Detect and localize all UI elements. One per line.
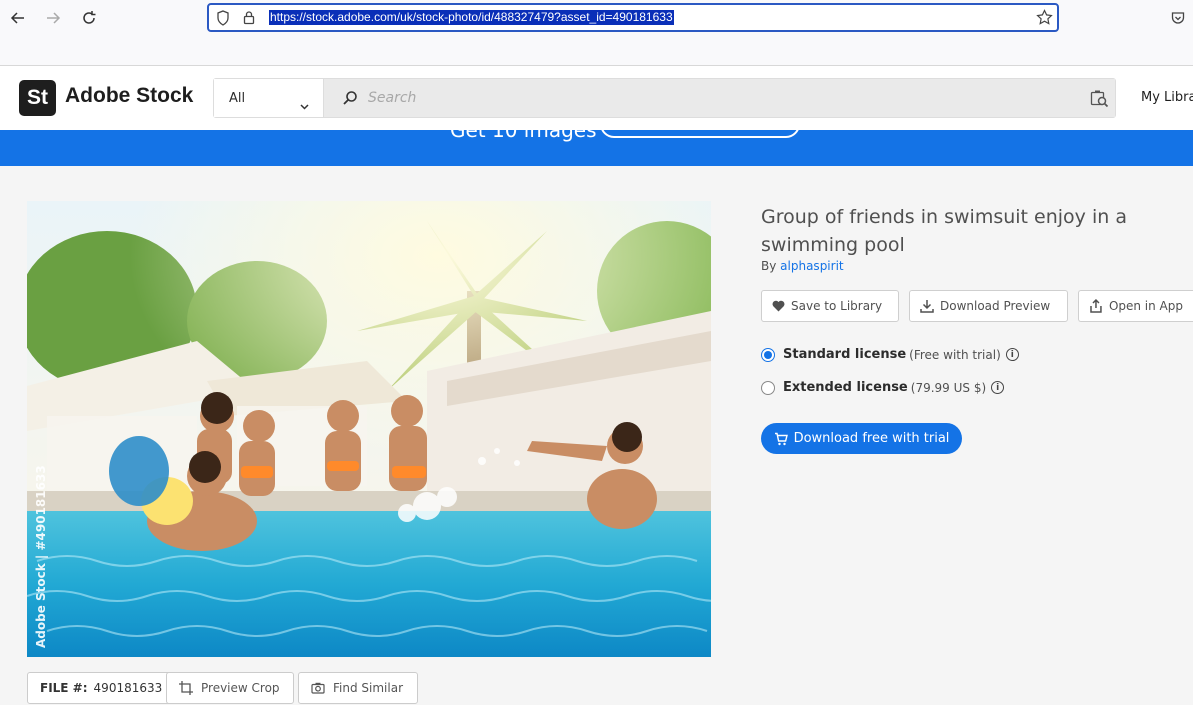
- info-icon[interactable]: i: [1005, 348, 1019, 361]
- search-bar: All: [213, 78, 1116, 118]
- forward-icon[interactable]: [43, 8, 63, 28]
- file-number-chip: FILE #: 490181633: [27, 672, 176, 704]
- extended-license-name: Extended license: [783, 380, 908, 395]
- visual-search-icon[interactable]: [1090, 89, 1109, 112]
- file-label: FILE #:: [40, 681, 88, 695]
- extended-license-detail: (79.99 US $): [910, 380, 987, 395]
- open-in-app-label: Open in App: [1108, 299, 1183, 313]
- asset-title: Group of friends in swimsuit enjoy in a …: [761, 206, 1127, 256]
- open-in-app-button[interactable]: Open in App: [1078, 290, 1193, 322]
- bookmark-star-icon[interactable]: [1036, 9, 1053, 30]
- search-icon: [342, 90, 358, 110]
- standard-license-detail: (Free with trial): [909, 347, 1001, 362]
- my-library-link[interactable]: My Librar: [1141, 90, 1193, 105]
- download-free-trial-button[interactable]: Download free with trial: [761, 423, 962, 454]
- back-icon[interactable]: [8, 8, 28, 28]
- download-free-trial-label: Download free with trial: [793, 431, 950, 446]
- address-bar[interactable]: https://stock.adobe.com/uk/stock-photo/i…: [207, 3, 1059, 32]
- category-select[interactable]: All: [214, 79, 324, 117]
- license-option-standard[interactable]: Standard license (Free with trial) i: [761, 347, 1019, 362]
- extended-license-radio[interactable]: [761, 380, 775, 395]
- info-icon[interactable]: i: [991, 381, 1005, 394]
- license-option-extended[interactable]: Extended license (79.99 US $) i: [761, 380, 1005, 395]
- standard-license-radio[interactable]: [761, 347, 775, 362]
- standard-license-name: Standard license: [783, 347, 907, 362]
- promo-banner: Get 10 images: [0, 130, 1193, 166]
- reload-icon[interactable]: [79, 8, 99, 28]
- download-preview-label: Download Preview: [940, 299, 1051, 313]
- author-byline: By alphaspirit: [761, 259, 844, 273]
- crop-icon: [179, 681, 193, 695]
- banner-text: Get 10 images: [450, 130, 597, 142]
- save-to-library-label: Save to Library: [791, 299, 883, 313]
- download-preview-button[interactable]: Download Preview: [909, 290, 1068, 322]
- shield-icon[interactable]: [216, 10, 230, 30]
- browser-toolbar: https://stock.adobe.com/uk/stock-photo/i…: [0, 0, 1193, 66]
- search-input[interactable]: [368, 87, 1068, 109]
- find-similar-button[interactable]: Find Similar: [298, 672, 418, 704]
- url-text[interactable]: https://stock.adobe.com/uk/stock-photo/i…: [269, 10, 674, 25]
- cart-icon: [774, 432, 788, 445]
- preview-crop-button[interactable]: Preview Crop: [166, 672, 294, 704]
- preview-crop-label: Preview Crop: [201, 681, 280, 695]
- category-label: All: [229, 91, 246, 106]
- banner-button[interactable]: [600, 130, 800, 138]
- file-number: 490181633: [93, 681, 163, 695]
- stock-photo[interactable]: [27, 201, 711, 657]
- search-field: [324, 79, 1115, 117]
- share-icon: [1090, 299, 1102, 313]
- camera-icon: [311, 682, 325, 694]
- chevron-down-icon: [300, 95, 309, 114]
- pocket-icon[interactable]: [1168, 8, 1188, 28]
- by-label: By: [761, 259, 777, 273]
- lock-icon[interactable]: [243, 10, 255, 29]
- heart-icon: [772, 300, 785, 312]
- logo-text[interactable]: Adobe Stock: [65, 84, 193, 108]
- download-icon: [920, 300, 934, 313]
- author-link[interactable]: alphaspirit: [780, 259, 843, 273]
- adobe-stock-logo[interactable]: St: [19, 80, 56, 116]
- watermark-text: Adobe Stock | #490181633: [34, 465, 48, 648]
- find-similar-label: Find Similar: [333, 681, 403, 695]
- save-to-library-button[interactable]: Save to Library: [761, 290, 899, 322]
